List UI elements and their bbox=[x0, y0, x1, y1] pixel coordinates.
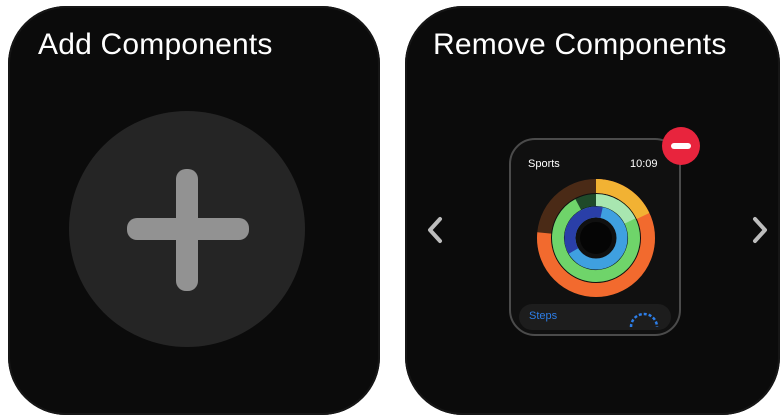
chevron-right-icon[interactable] bbox=[748, 215, 772, 245]
minus-circle-icon[interactable] bbox=[662, 127, 700, 165]
screen-title: Remove Components bbox=[433, 28, 727, 61]
card-time: 10:09 bbox=[630, 158, 658, 170]
steps-gauge-icon bbox=[629, 312, 659, 328]
chevron-left-icon[interactable] bbox=[423, 215, 447, 245]
steps-complication[interactable]: Steps bbox=[519, 304, 671, 330]
add-components-screen: Add Components bbox=[8, 6, 380, 415]
screen-title: Add Components bbox=[38, 28, 273, 61]
steps-label: Steps bbox=[529, 310, 558, 322]
card-sports-label: Sports bbox=[528, 158, 560, 170]
minus-icon bbox=[671, 143, 691, 149]
remove-components-screen: Remove Components Sports 10:09 Steps bbox=[405, 6, 780, 415]
add-component-button[interactable] bbox=[69, 111, 305, 347]
activity-rings bbox=[537, 179, 655, 297]
watch-face-component-card[interactable]: Sports 10:09 Steps bbox=[509, 138, 681, 336]
plus-icon-vertical bbox=[176, 169, 198, 291]
